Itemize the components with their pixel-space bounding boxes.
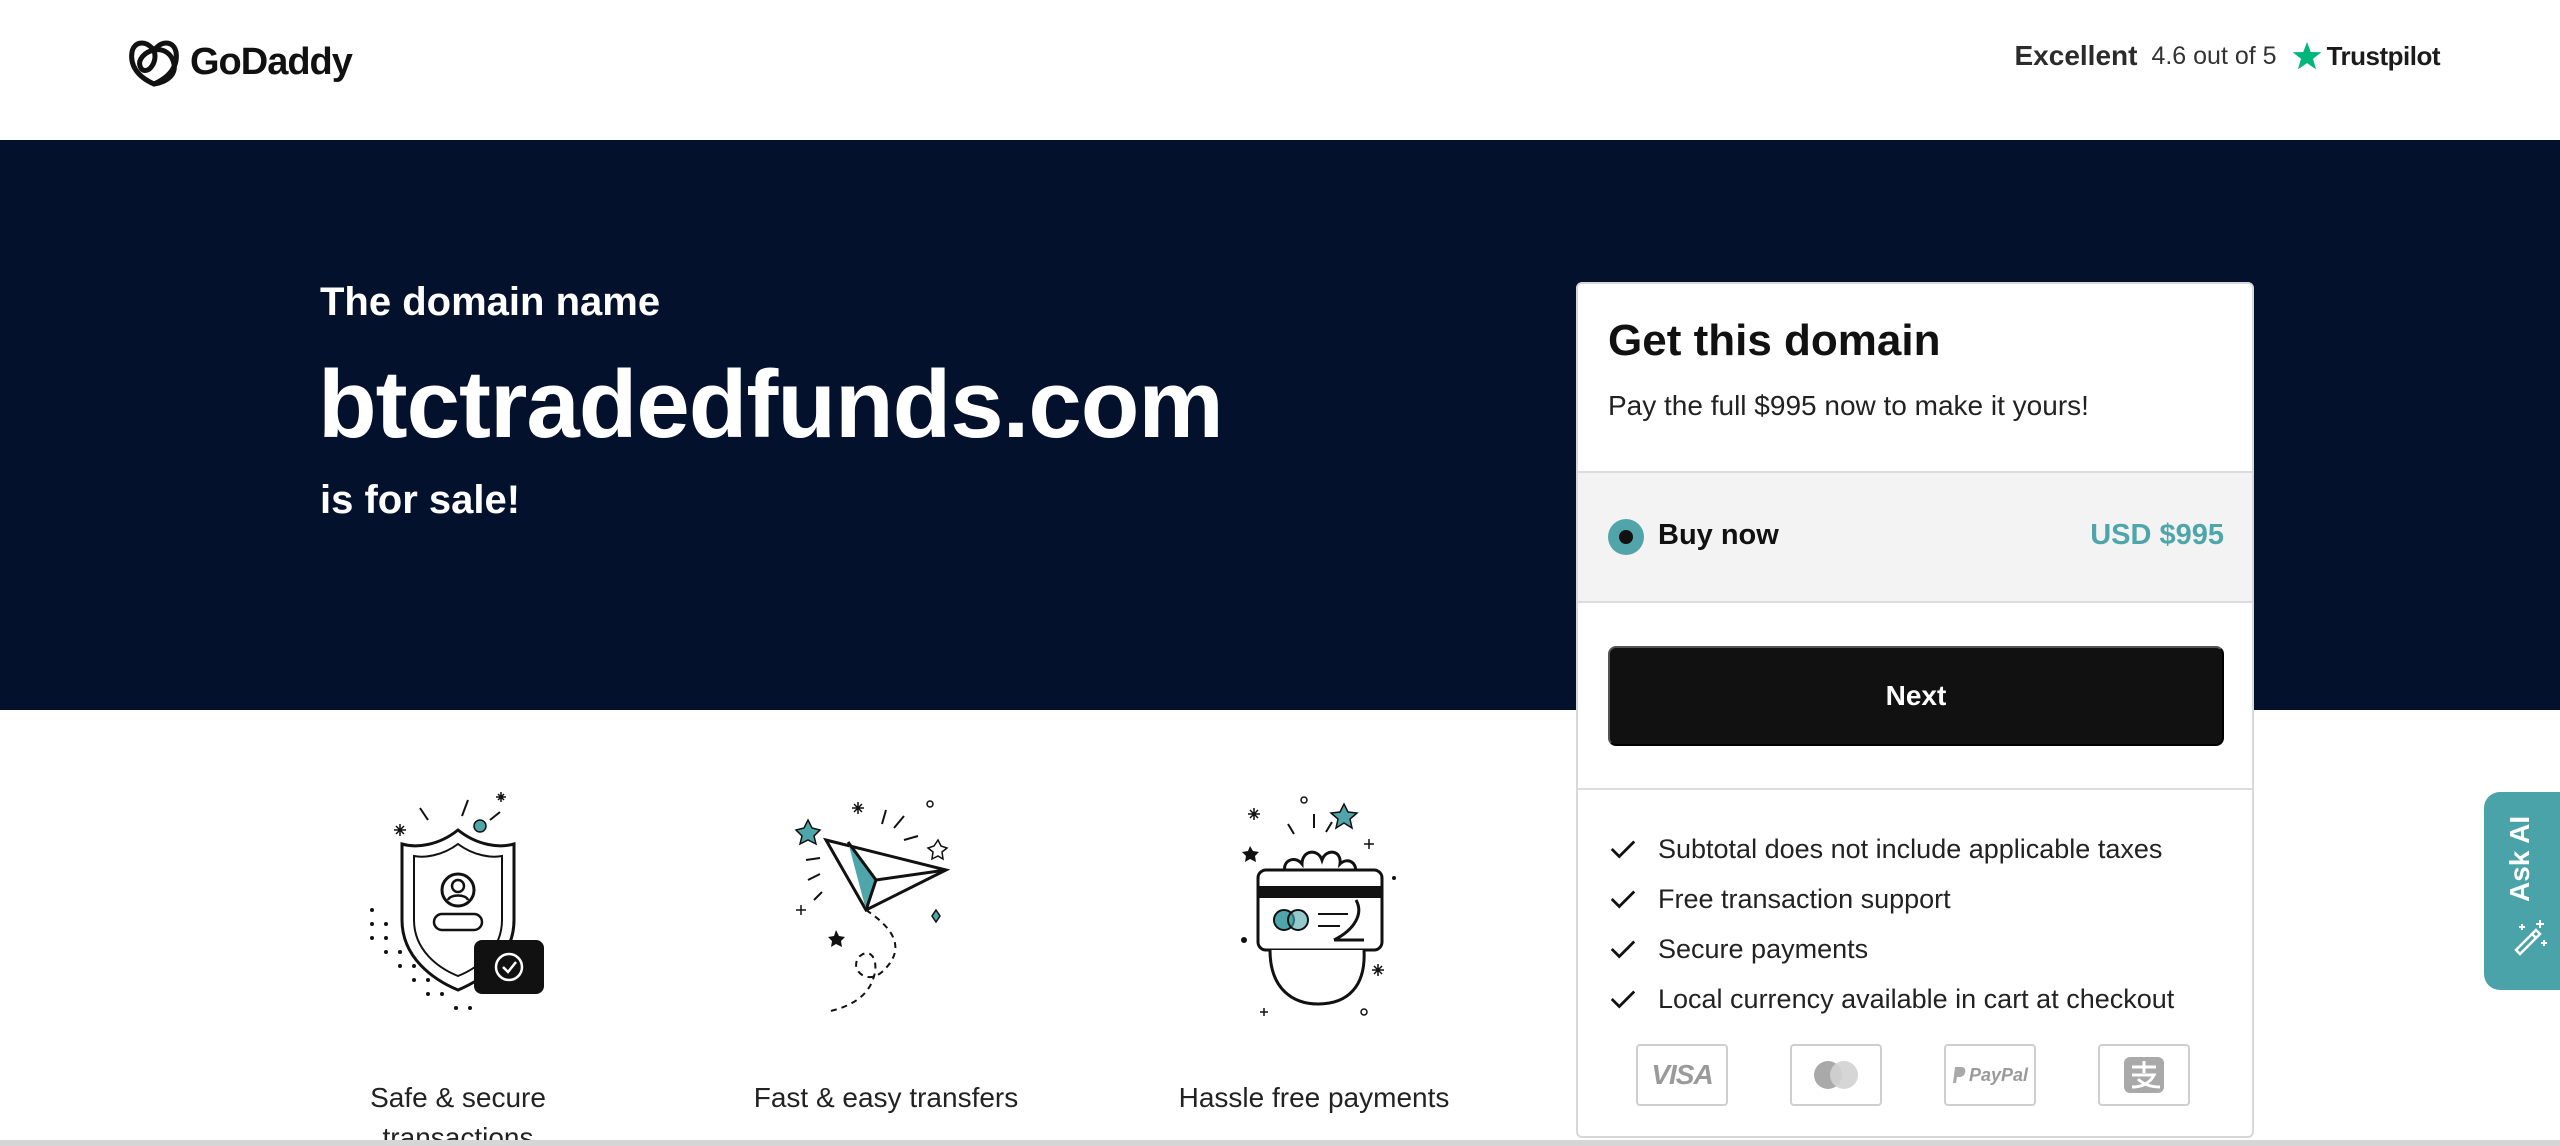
benefit-text: Free transaction support [1658, 883, 1951, 914]
benefit-text: Subtotal does not include applicable tax… [1658, 833, 2163, 864]
feature-safe-secure: Safe & secure transactions [308, 790, 608, 1146]
paypal-icon: PayPal [1944, 1044, 2036, 1106]
payment-methods: VISA PayPal [1636, 1044, 2190, 1106]
bottom-scroll-edge [0, 1140, 2560, 1146]
option-price: USD $995 [2090, 519, 2224, 551]
check-icon [1610, 890, 1636, 909]
list-item: Local currency available in cart at chec… [1608, 974, 2174, 1024]
list-item: Free transaction support [1608, 874, 2174, 924]
benefit-text: Local currency available in cart at chec… [1658, 983, 2175, 1014]
magic-wand-icon [2514, 920, 2547, 956]
card-hand-icon [1241, 796, 1396, 1016]
site-header: GoDaddy Excellent 4.6 out of 5 Trustpilo… [0, 0, 2560, 140]
buy-now-radio[interactable] [1608, 519, 1644, 555]
paypal-text: PayPal [1968, 1064, 2029, 1085]
trust-rating-label: Excellent [2014, 40, 2138, 71]
mastercard-icon [1790, 1044, 1882, 1106]
star-icon [2292, 42, 2321, 70]
domain-name-heading: btctradedfunds.com [318, 351, 1224, 458]
trustpilot-brand-text: Trustpilot [2326, 40, 2441, 71]
alipay-icon [2098, 1044, 2190, 1106]
shield-icon [370, 792, 544, 1010]
feature-label: Hassle free payments [1178, 1082, 1450, 1113]
feature-hassle-free: Hassle free payments [1164, 790, 1464, 1113]
benefit-text: Secure payments [1658, 933, 1869, 964]
ask-ai-button[interactable]: Ask AI [2484, 792, 2560, 990]
benefits-list: Subtotal does not include applicable tax… [1608, 824, 2174, 1024]
hero-pre-text: The domain name [320, 280, 661, 324]
purchase-card: Get this domain Pay the full $995 now to… [1576, 282, 2254, 1138]
hero-post-text: is for sale! [320, 478, 521, 522]
buy-now-option[interactable]: Buy now USD $995 [1578, 473, 2252, 603]
paper-plane-icon [794, 800, 951, 1013]
feature-label: Safe & secure transactions [370, 1082, 546, 1146]
check-icon [1610, 990, 1636, 1009]
visa-icon: VISA [1636, 1044, 1728, 1106]
card-subtitle: Pay the full $995 now to make it yours! [1608, 390, 2089, 421]
option-label: Buy now [1658, 519, 1779, 551]
godaddy-logo[interactable]: GoDaddy [126, 36, 353, 88]
card-title: Get this domain [1608, 316, 1941, 365]
logo-text: GoDaddy [190, 40, 353, 83]
feature-label: Fast & easy transfers [753, 1082, 1019, 1113]
trustpilot-rating[interactable]: Excellent 4.6 out of 5 Trustpilot [2015, 40, 2441, 72]
check-icon [1610, 840, 1636, 859]
feature-fast-transfers: Fast & easy transfers [736, 790, 1036, 1113]
divider [1578, 788, 2252, 790]
trustpilot-brand: Trustpilot [2291, 40, 2441, 72]
godaddy-logo-icon [129, 40, 179, 87]
check-icon [1610, 940, 1636, 959]
list-item: Subtotal does not include applicable tax… [1608, 824, 2174, 874]
ask-ai-label: Ask AI [2504, 815, 2535, 902]
next-button[interactable]: Next [1608, 646, 2224, 746]
trust-score: 4.6 out of 5 [2151, 41, 2277, 70]
list-item: Secure payments [1608, 924, 2174, 974]
